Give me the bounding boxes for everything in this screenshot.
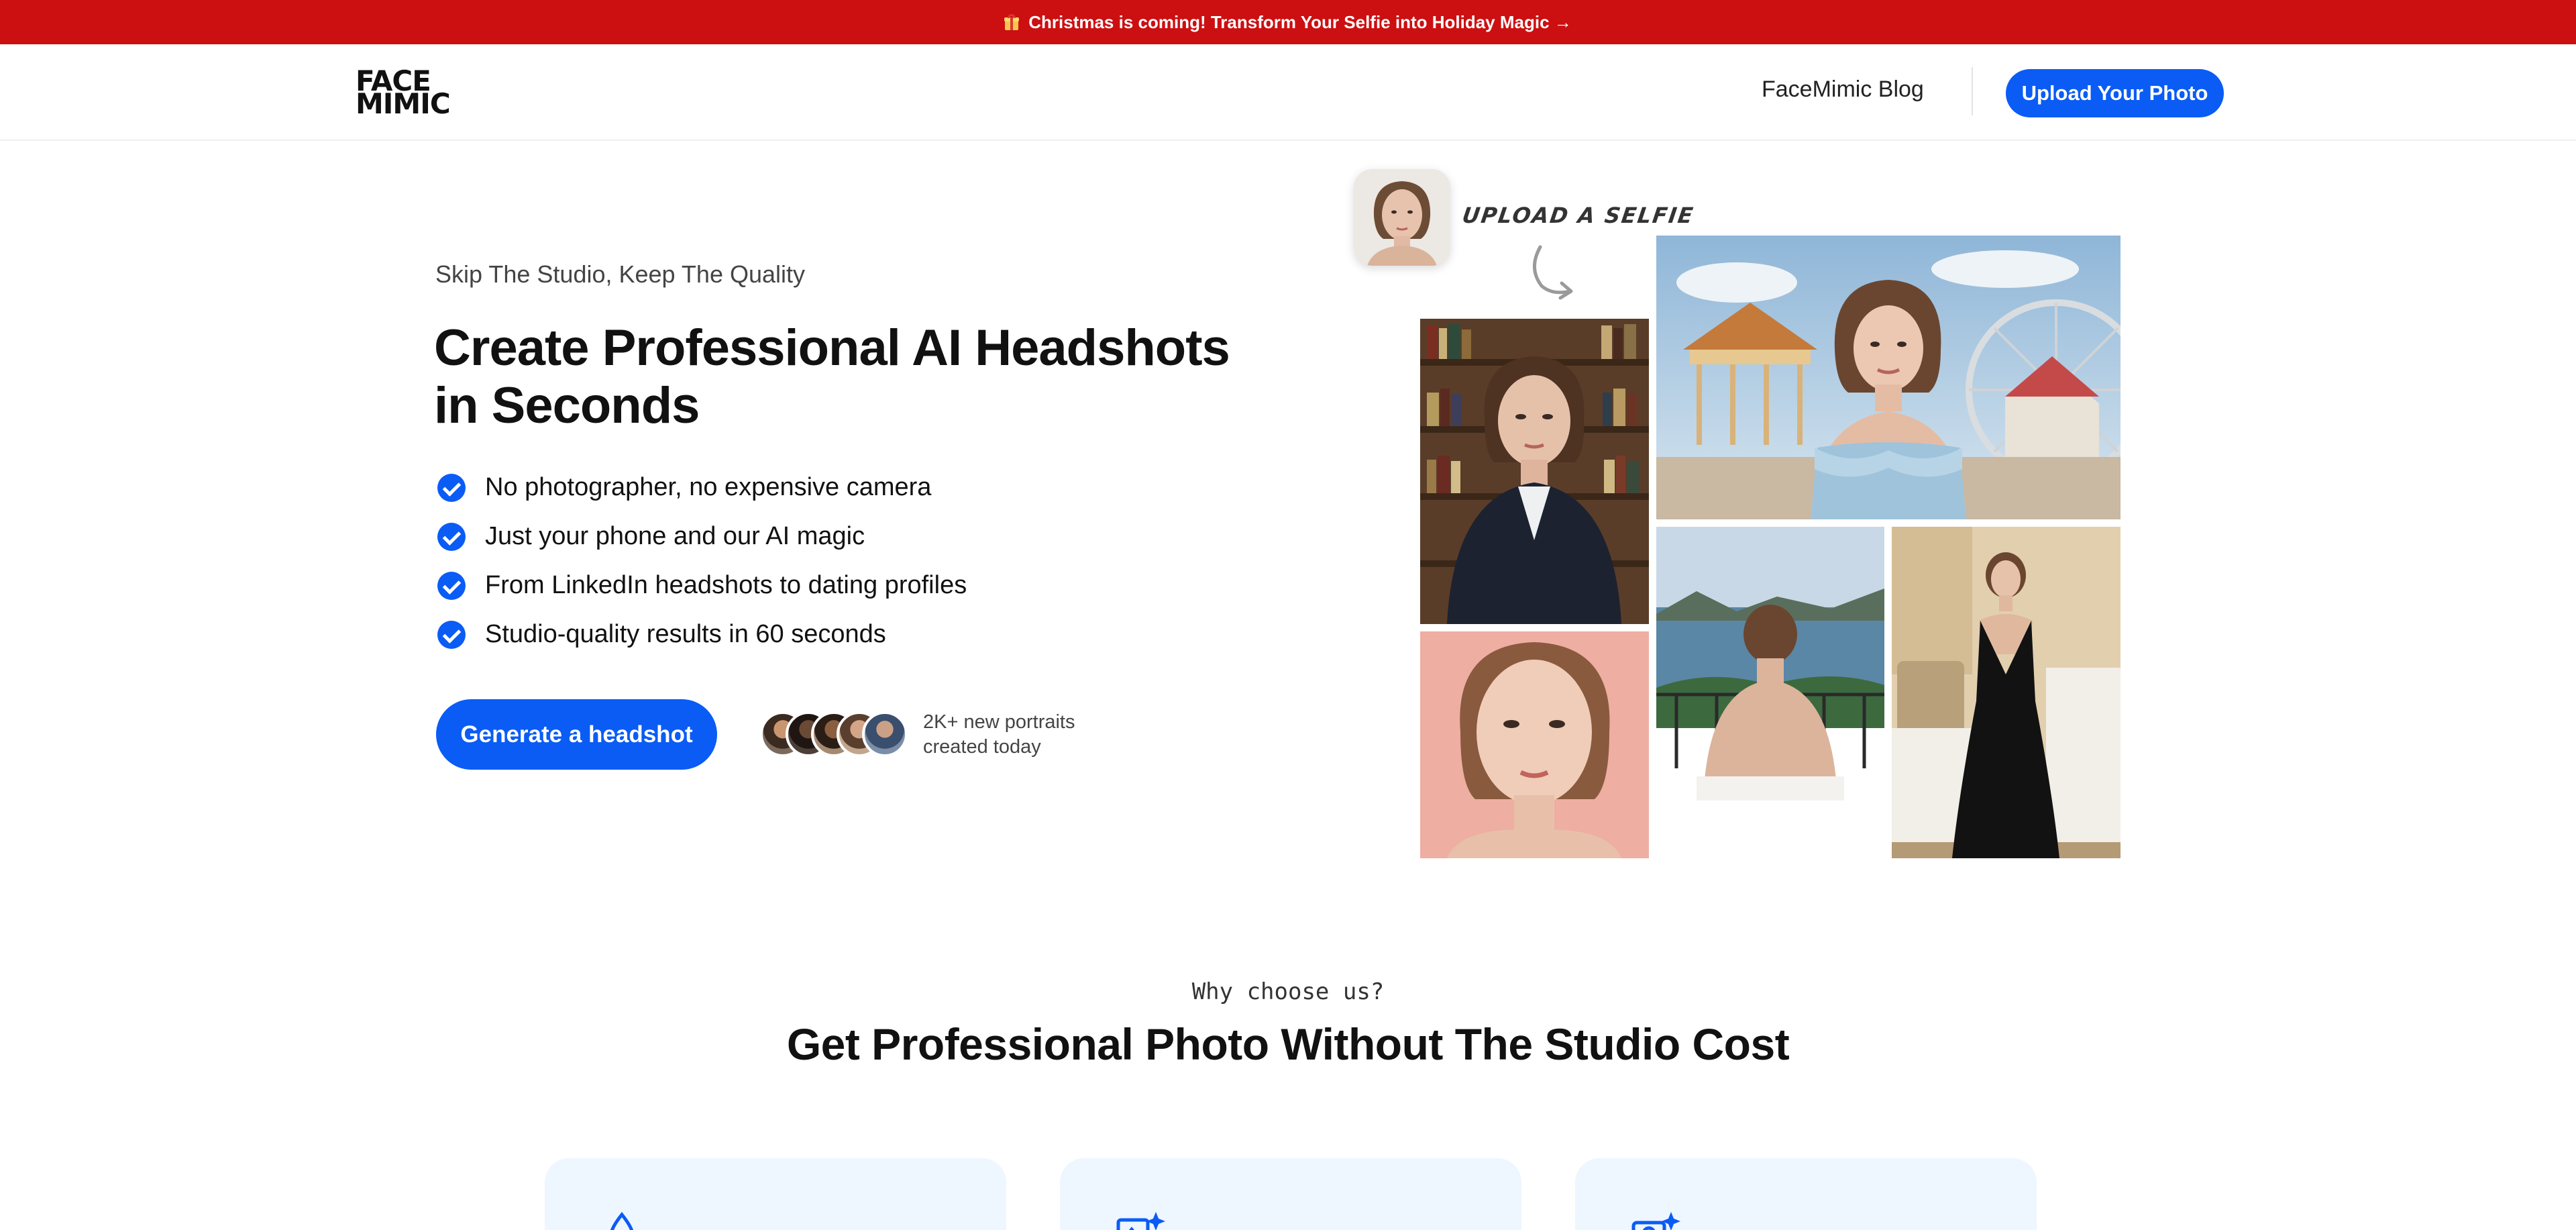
check-circle-icon (437, 473, 466, 502)
avatar-stack (760, 711, 914, 757)
feature-item: No photographer, no expensive camera (437, 463, 967, 512)
portrait-balcony (1656, 527, 1884, 801)
gift-icon (1004, 14, 1020, 30)
feature-item: Studio-quality results in 60 seconds (437, 610, 967, 659)
upload-photo-button[interactable]: Upload Your Photo (2006, 69, 2224, 117)
check-circle-icon (437, 571, 466, 600)
hero-title-line-2: in Seconds (434, 377, 700, 434)
upload-selfie-label: UPLOAD A SELFIE (1460, 203, 1696, 228)
avatar (862, 711, 908, 757)
droplet-icon (610, 1212, 634, 1230)
hero-title: Create Professional AI Headshots in Seco… (434, 319, 1306, 435)
feature-card (1060, 1158, 1521, 1230)
portrait-black-gown (1892, 527, 2121, 858)
hero-eyebrow: Skip The Studio, Keep The Quality (435, 260, 806, 288)
nav-divider (1972, 67, 1973, 115)
blog-link[interactable]: FaceMimic Blog (1762, 76, 1924, 103)
generate-headshot-button[interactable]: Generate a headshot (436, 699, 717, 770)
portrait-pink-closeup (1420, 631, 1649, 858)
why-eyebrow: Why choose us? (1191, 978, 1385, 1005)
feature-card (545, 1158, 1006, 1230)
section-title: Get Professional Photo Without The Studi… (786, 1019, 1790, 1069)
social-proof-line-1: 2K+ new portraits (923, 711, 1075, 733)
logo[interactable]: FACE MIMIC (356, 67, 451, 120)
hero-title-line-1: Create Professional AI Headshots (434, 319, 1230, 376)
image-sparkle-icon (1116, 1212, 1165, 1230)
check-circle-icon (437, 620, 466, 649)
feature-text: Just your phone and our AI magic (485, 522, 865, 550)
promo-banner-text: Christmas is coming! Transform Your Self… (1028, 11, 1572, 32)
promo-banner[interactable]: Christmas is coming! Transform Your Self… (0, 0, 2576, 44)
social-proof-line-2: created today (923, 736, 1041, 758)
feature-text: Studio-quality results in 60 seconds (485, 620, 886, 648)
portrait-carnival (1656, 236, 2121, 519)
check-circle-icon (437, 522, 466, 551)
selfie-thumbnail (1354, 169, 1450, 266)
feature-list: No photographer, no expensive camera Jus… (437, 463, 967, 659)
logo-line-2: MIMIC (356, 87, 451, 120)
feature-text: No photographer, no expensive camera (485, 473, 932, 501)
site-header: FACE MIMIC FaceMimic Blog Upload Your Ph… (0, 44, 2576, 141)
social-proof-text: 2K+ new portraits created today (923, 710, 1075, 760)
feature-item: From LinkedIn headshots to dating profil… (437, 561, 967, 610)
feature-text: From LinkedIn headshots to dating profil… (485, 571, 967, 599)
camera-sparkle-icon (1631, 1212, 1680, 1230)
curved-arrow-icon (1533, 245, 1573, 300)
feature-card (1575, 1158, 2037, 1230)
portrait-library (1420, 319, 1649, 624)
feature-item: Just your phone and our AI magic (437, 512, 967, 561)
